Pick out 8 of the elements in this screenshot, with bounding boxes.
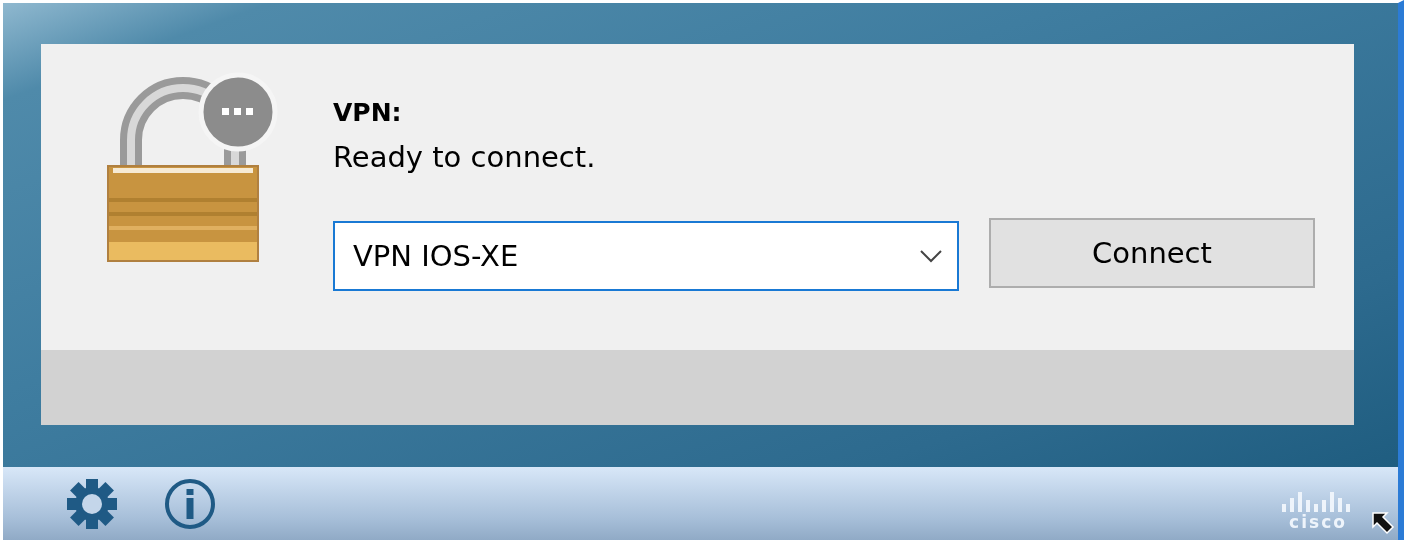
status-message: Ready to connect. — [333, 140, 597, 174]
connect-button[interactable]: Connect — [989, 218, 1315, 288]
chevron-down-icon — [919, 249, 943, 263]
info-icon[interactable] — [163, 476, 217, 531]
connection-dropdown[interactable]: VPN IOS-XE — [333, 221, 959, 291]
logo-text: cisco — [1289, 514, 1347, 531]
settings-icon[interactable] — [65, 476, 119, 531]
vpn-title: VPN: — [333, 98, 403, 129]
